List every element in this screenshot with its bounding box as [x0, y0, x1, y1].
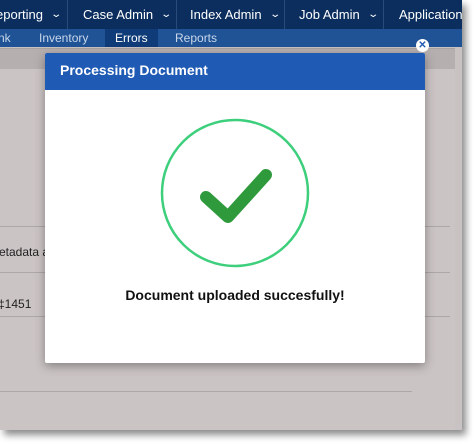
nav-menu-label: eporting [0, 7, 43, 22]
nav-menu-label: Application [399, 7, 462, 22]
tab-reports[interactable]: Reports [175, 29, 217, 47]
chevron-down-icon: ⌄ [160, 9, 173, 20]
tab-errors[interactable]: Errors [105, 29, 158, 47]
chevron-down-icon: ⌄ [50, 9, 63, 20]
row-text: ‡1451 [0, 297, 32, 311]
nav-menu-application[interactable]: Application [399, 0, 462, 29]
nav-menu-index-admin[interactable]: Index Admin ⌄ [190, 0, 281, 29]
nav-menu-reporting[interactable]: eporting ⌄ [0, 0, 63, 29]
divider [0, 391, 412, 392]
close-icon[interactable]: ✕ [416, 39, 429, 52]
upload-success-message: Document uploaded succesfully! [125, 287, 345, 303]
check-circle-icon [160, 118, 310, 268]
nav-menu-case-admin[interactable]: Case Admin ⌄ [83, 0, 173, 29]
tab-link[interactable]: nk [0, 29, 11, 47]
tab-inventory[interactable]: Inventory [39, 29, 88, 47]
top-navigation-bar: eporting ⌄ Case Admin ⌄ Index Admin ⌄ Jo… [0, 0, 462, 29]
row-text: etadata a [0, 245, 50, 259]
dialog-title: Processing Document [60, 62, 208, 78]
nav-menu-label: Job Admin [299, 7, 360, 22]
nav-menu-job-admin[interactable]: Job Admin ⌄ [299, 0, 379, 29]
nav-menu-label: Index Admin [190, 7, 262, 22]
secondary-navigation-bar: nk Inventory Errors Reports [0, 29, 462, 47]
chevron-down-icon: ⌄ [268, 9, 281, 20]
dialog-header: Processing Document [45, 53, 425, 90]
nav-menu-label: Case Admin [83, 7, 154, 22]
chevron-down-icon: ⌄ [367, 9, 379, 20]
app-window: eporting ⌄ Case Admin ⌄ Index Admin ⌄ Jo… [0, 0, 462, 430]
